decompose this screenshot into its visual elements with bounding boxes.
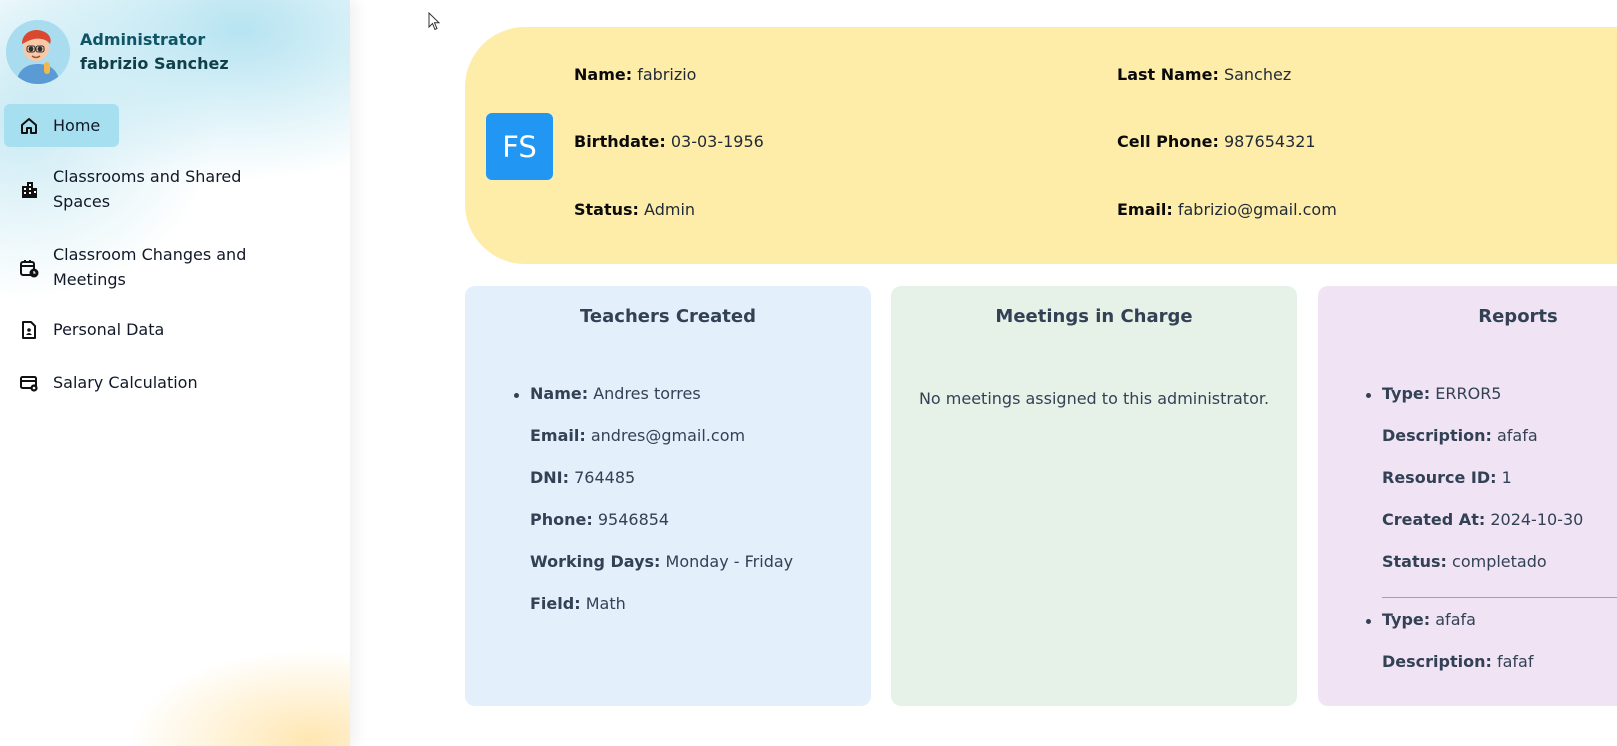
cell-phone-value: 987654321 <box>1223 132 1316 151</box>
sidebar-item-label: Personal Data <box>53 320 165 339</box>
card-title: Reports <box>1478 306 1558 327</box>
last-name-label: Last Name: <box>1117 65 1219 84</box>
sidebar-item-personal-data[interactable]: Personal Data <box>4 317 164 342</box>
teachers-created-card: Teachers Created Name: Andres torres Ema… <box>465 286 871 706</box>
status-label: Status: <box>574 200 639 219</box>
report-description: Description: afafa <box>1382 426 1538 445</box>
profile-role: Administrator <box>80 30 206 49</box>
name-value: fabrizio <box>637 65 697 84</box>
status-field: Status: Admin <box>574 200 695 219</box>
sidebar-item-classrooms[interactable]: Classrooms and Shared Spaces <box>4 164 283 214</box>
report-list: Type: ERROR5 Description: afafa Resource… <box>1358 384 1583 694</box>
sidebar-item-label: Classrooms and Shared Spaces <box>53 167 242 211</box>
building-icon <box>14 177 44 202</box>
status-value: Admin <box>644 200 696 219</box>
card-title: Teachers Created <box>580 306 756 327</box>
profile-header: Administrator fabrizio Sanchez <box>6 20 229 84</box>
report-divider <box>1382 597 1617 598</box>
teacher-field: Field: Math <box>530 594 626 613</box>
email-field: Email: fabrizio@gmail.com <box>1117 200 1337 219</box>
teacher-dni: DNI: 764485 <box>530 468 636 487</box>
teacher-list: Name: Andres torres Email: andres@gmail.… <box>505 384 793 636</box>
last-name-value: Sanchez <box>1223 65 1292 84</box>
email-value: fabrizio@gmail.com <box>1177 200 1337 219</box>
home-icon <box>14 113 44 138</box>
app-window: Administrator fabrizio Sanchez Home Clas… <box>0 0 1617 746</box>
birthdate-field: Birthdate: 03-03-1956 <box>574 132 764 151</box>
initials-avatar: FS <box>486 113 553 180</box>
id-document-icon <box>14 317 44 342</box>
teacher-email: Email: andres@gmail.com <box>530 426 746 445</box>
card-title: Meetings in Charge <box>995 306 1193 327</box>
name-field: Name: fabrizio <box>574 65 696 84</box>
reports-card: Reports Type: ERROR5 Description: afafa … <box>1318 286 1617 706</box>
avatar <box>6 20 70 84</box>
mouse-cursor-icon <box>428 11 442 36</box>
email-label: Email: <box>1117 200 1173 219</box>
name-label: Name: <box>574 65 633 84</box>
report-resource-id: Resource ID: 1 <box>1382 468 1512 487</box>
sidebar-item-home[interactable]: Home <box>4 104 119 147</box>
sidebar-item-classroom-changes[interactable]: Classroom Changes and Meetings <box>4 242 283 292</box>
last-name-field: Last Name: Sanchez <box>1117 65 1291 84</box>
birthdate-value: 03-03-1956 <box>670 132 764 151</box>
report-created-at: Created At: 2024-10-30 <box>1382 510 1584 529</box>
card-gear-icon <box>14 370 44 395</box>
calendar-clock-icon <box>14 255 44 280</box>
report-type: Type: afafa <box>1365 610 1583 652</box>
teacher-working-days: Working Days: Monday - Friday <box>530 552 794 571</box>
birthdate-label: Birthdate: <box>574 132 666 151</box>
teacher-name: Name: Andres torres <box>513 384 793 426</box>
sidebar-item-label: Classroom Changes and Meetings <box>53 245 247 289</box>
user-info-banner: FS Name: fabrizio Last Name: Sanchez Bir… <box>465 27 1617 264</box>
report-status: Status: completado <box>1382 552 1547 571</box>
cell-phone-label: Cell Phone: <box>1117 132 1219 151</box>
sidebar: Administrator fabrizio Sanchez Home Clas… <box>0 0 350 746</box>
profile-name: fabrizio Sanchez <box>80 54 229 73</box>
sidebar-item-salary-calculation[interactable]: Salary Calculation <box>4 370 198 395</box>
report-description: Description: fafaf <box>1382 652 1534 671</box>
report-type: Type: ERROR5 <box>1365 384 1583 426</box>
sidebar-item-label: Salary Calculation <box>53 373 198 392</box>
teacher-phone: Phone: 9546854 <box>530 510 670 529</box>
cell-phone-field: Cell Phone: 987654321 <box>1117 132 1316 151</box>
sidebar-item-label: Home <box>53 116 101 135</box>
empty-state-message: No meetings assigned to this administrat… <box>918 389 1270 408</box>
meetings-in-charge-card: Meetings in Charge No meetings assigned … <box>891 286 1297 706</box>
